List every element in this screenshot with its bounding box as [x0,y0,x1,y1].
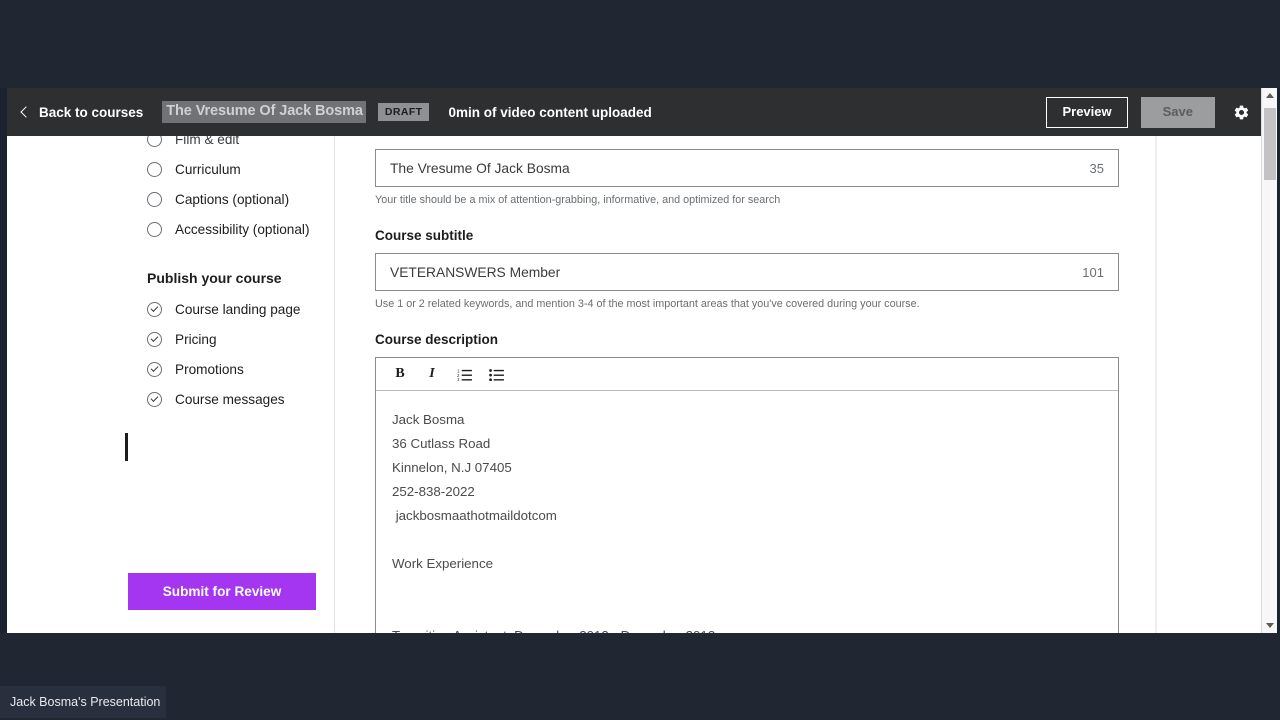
triangle-down-shape [1266,623,1274,628]
course-nav-sidebar: Film & edit Curriculum Captions (optiona… [7,131,335,633]
sidebar-item-curriculum[interactable]: Curriculum [7,154,335,184]
editor-toolbar: B I 1 2 3 [376,358,1118,391]
sidebar-item-label: Course landing page [175,301,301,317]
sidebar-item-label: Captions (optional) [175,191,290,207]
scroll-up-arrow-icon[interactable] [1262,88,1278,103]
check-circle-icon [147,331,162,347]
description-line-blank [392,600,1102,624]
submit-for-review-button[interactable]: Submit for Review [128,573,316,610]
course-subtitle-input[interactable]: VETERANSWERS Member 101 [375,253,1119,291]
description-line-blank [392,528,1102,552]
status-badge: DRAFT [377,103,430,121]
radio-empty-icon [147,161,162,177]
page-right-gutter [1156,136,1263,633]
chevron-left-icon [20,106,32,118]
description-line-blank [392,576,1102,600]
description-line: 36 Cutlass Road [392,436,491,451]
triangle-up-shape [1266,93,1274,98]
gear-icon[interactable] [1229,100,1253,124]
sidebar-item-pricing[interactable]: Pricing [7,324,335,354]
course-title-counter: 35 [1089,160,1104,176]
editor-body-area: Film & edit Curriculum Captions (optiona… [7,124,1263,633]
course-description-content[interactable]: Jack Bosma 36 Cutlass Road Kinnelon, N.J… [376,391,1118,633]
check-circle-icon [147,361,162,377]
sidebar-item-label: Curriculum [175,161,241,177]
page-scrollbar[interactable] [1261,88,1277,633]
screen: Back to courses The Vresume Of Jack Bosm… [0,0,1280,720]
sidebar-item-accessibility[interactable]: Accessibility (optional) [7,214,335,244]
scrollbar-thumb[interactable] [1264,108,1276,180]
course-description-editor: B I 1 2 3 Jack Bosma 36 Cutlass Road Kin… [375,357,1119,633]
sidebar-item-label: Pricing [175,331,217,347]
ordered-list-icon[interactable]: 1 2 3 [448,360,480,388]
unordered-list-icon[interactable] [480,360,512,388]
sidebar-item-label: Promotions [175,361,244,377]
check-circle-icon [147,391,162,407]
scroll-down-arrow-icon[interactable] [1262,618,1278,633]
bold-icon[interactable]: B [384,360,416,388]
video-upload-status: 0min of video content uploaded [448,104,652,120]
sidebar-item-label: Course messages [175,391,285,407]
active-nav-indicator [125,433,128,461]
plan-nav-list: Film & edit Curriculum Captions (optiona… [7,124,335,414]
description-line: jackbosmaathotmaildotcom [392,508,557,523]
header-actions: Preview Save [1046,96,1263,128]
svg-text:3: 3 [457,377,460,381]
check-circle-icon [147,301,162,317]
course-title-value: The Vresume Of Jack Bosma [390,160,570,176]
taskbar-item-presentation[interactable]: Jack Bosma's Presentation [0,686,166,718]
description-line: Jack Bosma [392,412,465,427]
app-window: Back to courses The Vresume Of Jack Bosm… [0,88,1280,633]
radio-empty-icon [147,221,162,237]
save-button[interactable]: Save [1140,96,1215,128]
header-course-title[interactable]: The Vresume Of Jack Bosma [162,101,366,123]
sidebar-item-label: Accessibility (optional) [175,221,310,237]
back-to-courses-link[interactable]: Back to courses [20,104,144,120]
sidebar-item-promotions[interactable]: Promotions [7,354,335,384]
taskbar-item-label: Jack Bosma's Presentation [10,695,161,709]
sidebar-section-publish: Publish your course [147,270,282,286]
radio-empty-icon [147,191,162,207]
course-subtitle-helper: Use 1 or 2 related keywords, and mention… [375,298,920,310]
description-line: Transition Assistant, December 2012 - De… [392,624,1102,633]
description-line: 252-838-2022 [392,484,475,499]
description-line: Kinnelon, N.J 07405 [392,460,512,475]
italic-icon[interactable]: I [416,360,448,388]
course-title-helper: Your title should be a mix of attention-… [375,194,781,206]
description-line: Work Experience [392,556,493,571]
sidebar-item-course-messages[interactable]: Course messages [7,384,335,414]
course-landing-page-form: Course title The Vresume Of Jack Bosma 3… [336,124,1156,633]
back-to-courses-label: Back to courses [39,104,144,120]
sidebar-item-course-landing-page[interactable]: Course landing page [7,294,335,324]
course-subtitle-counter: 101 [1082,264,1104,280]
course-subtitle-label: Course subtitle [375,228,474,243]
course-subtitle-value: VETERANSWERS Member [390,264,561,280]
course-title-input[interactable]: The Vresume Of Jack Bosma 35 [375,149,1119,187]
course-editor-header: Back to courses The Vresume Of Jack Bosm… [7,88,1263,136]
sidebar-item-captions[interactable]: Captions (optional) [7,184,335,214]
preview-button[interactable]: Preview [1046,96,1128,128]
course-description-label: Course description [375,332,499,347]
